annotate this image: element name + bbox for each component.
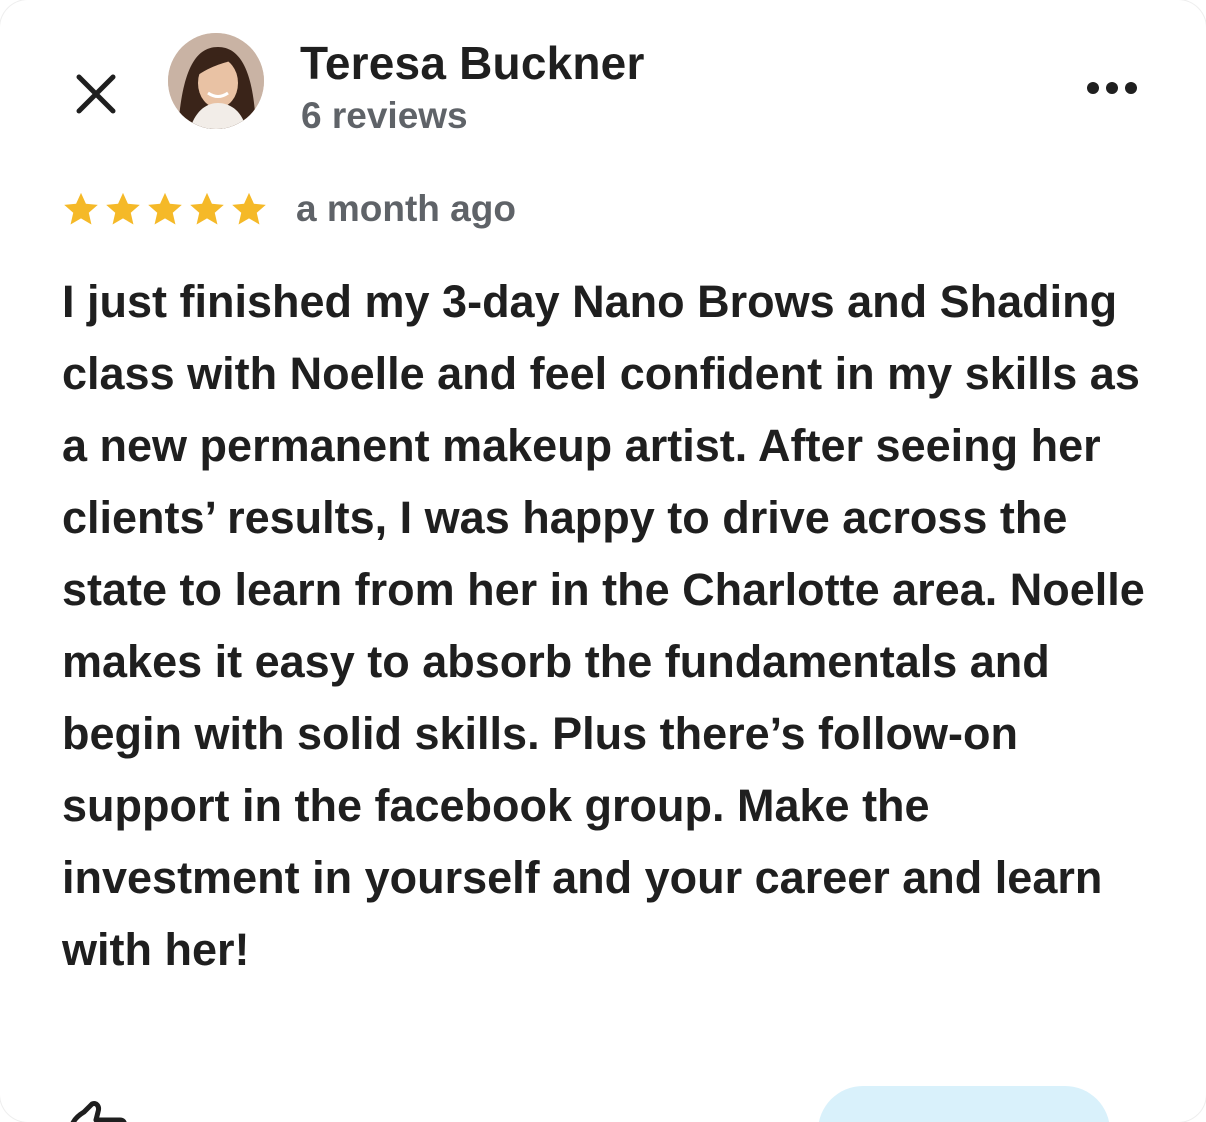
star-icon [232, 192, 266, 225]
thumbs-up-icon[interactable] [62, 1100, 132, 1122]
close-button[interactable] [62, 60, 130, 128]
star-icon [106, 192, 140, 225]
star-icon [190, 192, 224, 225]
more-options-icon [1087, 82, 1137, 94]
reviewer-name[interactable]: Teresa Buckner [300, 36, 645, 90]
action-pill-button[interactable] [818, 1086, 1110, 1122]
star-icon [64, 192, 98, 225]
reviewer-avatar[interactable] [168, 33, 264, 129]
star-icon [148, 192, 182, 225]
review-count: 6 reviews [301, 95, 468, 136]
review-time: a month ago [296, 188, 516, 229]
review-text: I just finished my 3-day Nano Brows and … [62, 276, 1145, 975]
review-card: Teresa Buckner 6 reviews a month ago I j… [0, 0, 1206, 1122]
close-icon [76, 74, 116, 114]
star-rating [62, 190, 268, 228]
more-options-button[interactable] [1080, 66, 1144, 110]
